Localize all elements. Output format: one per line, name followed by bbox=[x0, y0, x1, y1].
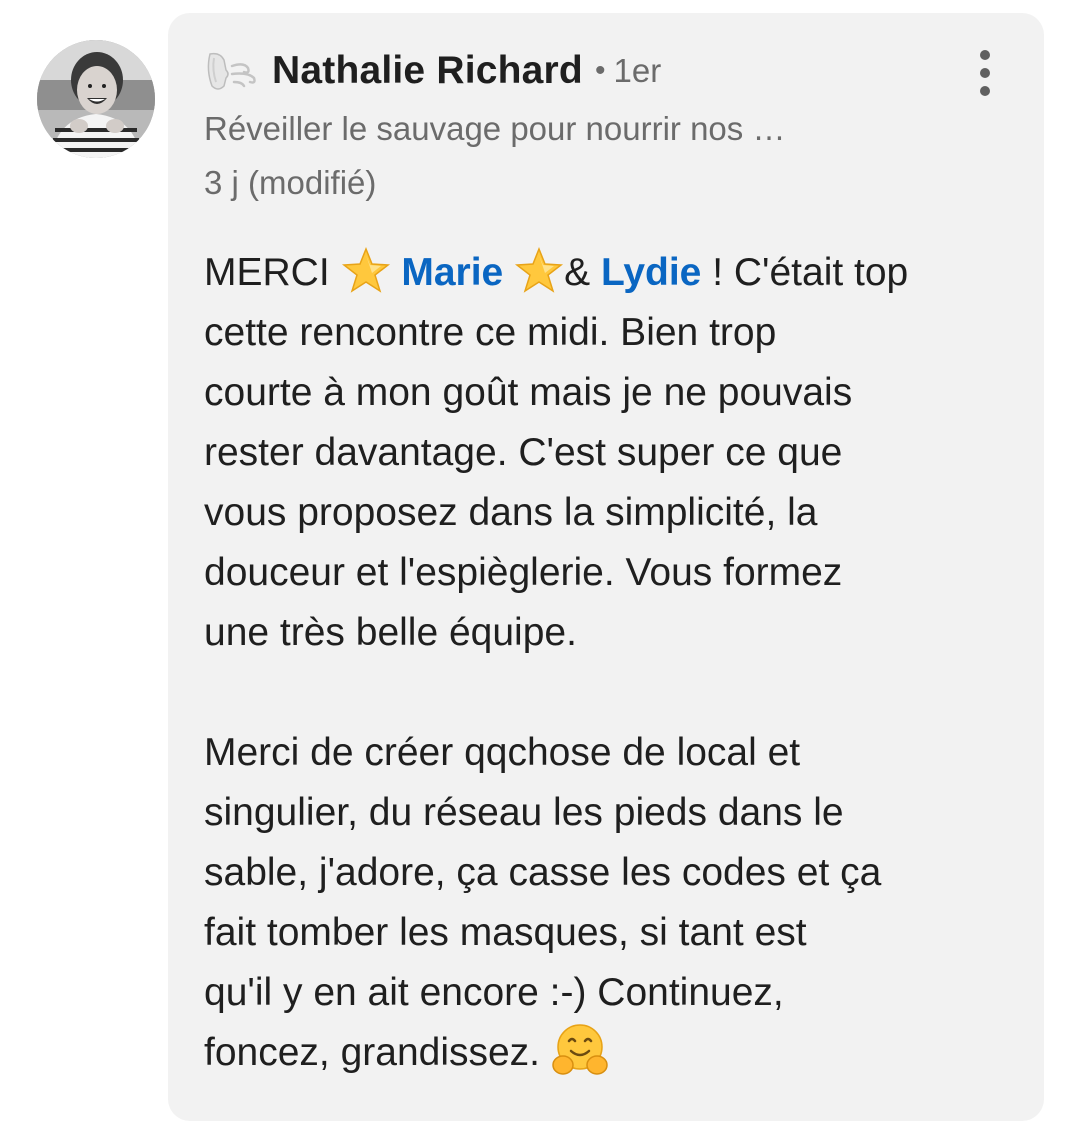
more-vertical-icon-dot bbox=[980, 68, 990, 78]
author-name[interactable]: Nathalie Richard bbox=[272, 47, 583, 95]
hugging-face-icon bbox=[552, 1024, 608, 1075]
comment-paragraph-2: Merci de créer qqchose de local et singu… bbox=[204, 723, 1004, 1083]
star-icon bbox=[515, 247, 564, 293]
author-avatar[interactable] bbox=[37, 40, 155, 158]
star-icon bbox=[341, 247, 390, 293]
connection-degree: 1er bbox=[613, 52, 662, 89]
comment-root: Nathalie Richard • 1er Réveiller le sauv… bbox=[0, 0, 1079, 1141]
body-text: & bbox=[564, 251, 601, 294]
more-vertical-icon bbox=[980, 50, 990, 60]
mention-marie[interactable]: Marie bbox=[401, 251, 503, 294]
avatar-photo bbox=[37, 40, 155, 158]
wind-face-icon bbox=[207, 52, 256, 90]
comment-header: Nathalie Richard • 1er bbox=[204, 47, 661, 95]
more-options-button[interactable] bbox=[968, 49, 1002, 97]
body-text: Merci de créer qqchose de local et singu… bbox=[204, 731, 882, 1074]
more-vertical-icon-dot bbox=[980, 86, 990, 96]
body-text: ! C'était top cette rencontre ce midi. B… bbox=[204, 251, 909, 654]
comment-timestamp: 3 j (modifié) bbox=[204, 164, 377, 201]
body-text: MERCI bbox=[204, 251, 341, 294]
mention-lydie[interactable]: Lydie bbox=[601, 251, 701, 294]
comment-body: MERCI Marie & Lydie ! C'était top cette … bbox=[204, 243, 1004, 1083]
author-headline: Réveiller le sauvage pour nourrir nos … bbox=[204, 110, 786, 147]
comment-bubble: Nathalie Richard • 1er Réveiller le sauv… bbox=[168, 13, 1044, 1121]
comment-paragraph-1: MERCI Marie & Lydie ! C'était top cette … bbox=[204, 243, 1004, 663]
separator-dot: • bbox=[594, 54, 606, 87]
